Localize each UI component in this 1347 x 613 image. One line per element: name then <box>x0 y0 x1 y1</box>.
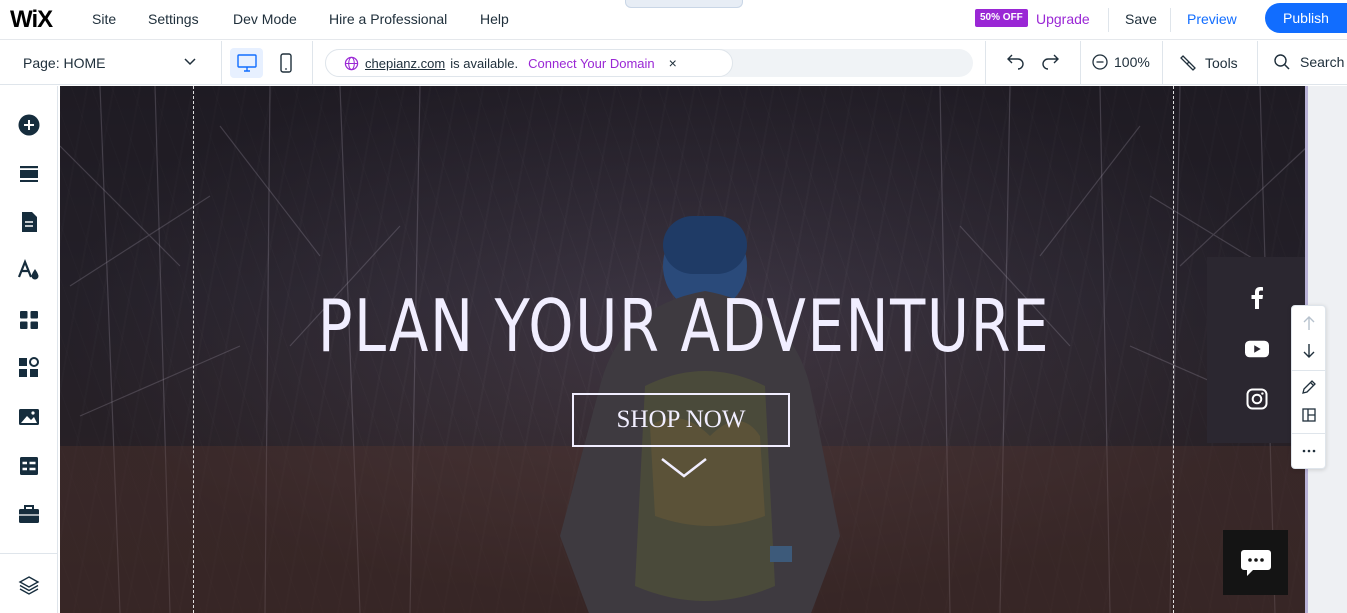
domain-status-text: is available. <box>450 55 519 71</box>
left-sidebar <box>0 86 58 613</box>
menu-dev-mode[interactable]: Dev Mode <box>233 11 297 27</box>
chat-bubble-icon <box>1240 549 1271 576</box>
divider <box>1162 41 1163 85</box>
undo-icon[interactable] <box>1006 53 1026 76</box>
zoom-control[interactable]: 100% <box>1092 54 1150 70</box>
business-icon[interactable] <box>17 502 41 526</box>
extensions-icon[interactable] <box>17 356 41 380</box>
close-icon[interactable]: × <box>669 55 677 71</box>
media-icon[interactable] <box>17 405 41 429</box>
zoom-level: 100% <box>1114 54 1150 70</box>
redo-icon[interactable] <box>1040 53 1060 76</box>
globe-icon <box>344 56 359 70</box>
layers-icon[interactable] <box>17 573 41 597</box>
menu-help[interactable]: Help <box>480 11 509 27</box>
tools-icon <box>1180 55 1196 71</box>
search-button[interactable]: Search <box>1274 54 1344 70</box>
editor-toolbar: Page: HOME chepianz.com is available. Co… <box>0 41 1347 85</box>
tools-button[interactable]: Tools <box>1180 54 1238 71</box>
chat-button[interactable] <box>1223 530 1288 595</box>
apps-icon[interactable] <box>17 308 41 332</box>
domain-notice: chepianz.com is available. Connect Your … <box>325 49 733 77</box>
shop-now-button[interactable]: SHOP NOW <box>572 393 790 447</box>
edit-pencil-icon[interactable] <box>1300 378 1318 396</box>
wix-logo[interactable]: WiX <box>10 6 53 34</box>
menu-site[interactable]: Site <box>92 11 116 27</box>
divider <box>1292 433 1325 434</box>
divider <box>312 41 313 85</box>
divider <box>1170 8 1171 32</box>
page-selector[interactable]: Page: HOME <box>23 55 105 71</box>
sections-icon[interactable] <box>17 162 41 186</box>
divider <box>1108 8 1109 32</box>
promo-badge: 50% OFF <box>975 9 1028 27</box>
more-options-icon[interactable] <box>1300 442 1318 460</box>
zoom-out-icon <box>1092 54 1108 70</box>
desktop-view-button[interactable] <box>230 48 263 78</box>
sidebar-divider <box>0 553 58 554</box>
search-label: Search <box>1300 54 1345 70</box>
connect-domain-link[interactable]: Connect Your Domain <box>528 56 654 71</box>
instagram-icon[interactable] <box>1245 387 1269 411</box>
search-icon <box>1274 54 1290 70</box>
facebook-icon[interactable] <box>1245 286 1269 310</box>
layout-icon[interactable] <box>1300 406 1318 424</box>
divider <box>1292 370 1325 371</box>
chevron-down-icon[interactable] <box>183 54 197 73</box>
menu-settings[interactable]: Settings <box>148 11 199 27</box>
divider <box>985 41 986 85</box>
site-canvas[interactable]: PLAN YOUR ADVENTURE SHOP NOW <box>60 86 1308 613</box>
divider <box>221 41 222 85</box>
save-button[interactable]: Save <box>1125 11 1157 27</box>
cms-icon[interactable] <box>17 454 41 478</box>
hero-title[interactable]: PLAN YOUR ADVENTURE <box>185 284 1183 368</box>
divider <box>1257 41 1258 85</box>
move-down-icon[interactable] <box>1300 342 1318 360</box>
youtube-icon[interactable] <box>1245 337 1269 361</box>
pages-icon[interactable] <box>17 210 41 234</box>
preview-button[interactable]: Preview <box>1187 11 1237 27</box>
divider <box>1080 41 1081 85</box>
collapse-tab[interactable]: × <box>625 0 743 8</box>
mobile-icon <box>280 53 292 73</box>
section-actions-panel <box>1291 305 1326 469</box>
tools-label: Tools <box>1205 54 1238 71</box>
mobile-view-button[interactable] <box>276 49 296 77</box>
scroll-down-chevron-icon[interactable] <box>660 456 708 485</box>
menu-hire-professional[interactable]: Hire a Professional <box>329 11 447 27</box>
domain-name[interactable]: chepianz.com <box>365 56 445 71</box>
theme-icon[interactable] <box>17 258 41 282</box>
desktop-icon <box>236 54 257 72</box>
publish-button[interactable]: Publish <box>1265 3 1347 33</box>
move-up-icon[interactable] <box>1300 314 1318 332</box>
upgrade-link[interactable]: Upgrade <box>1036 11 1090 27</box>
domain-bar: chepianz.com is available. Connect Your … <box>325 49 973 77</box>
top-bar: WiX Site Settings Dev Mode Hire a Profes… <box>0 0 1347 40</box>
add-icon[interactable] <box>17 113 41 137</box>
collapse-icon: × <box>680 0 686 3</box>
